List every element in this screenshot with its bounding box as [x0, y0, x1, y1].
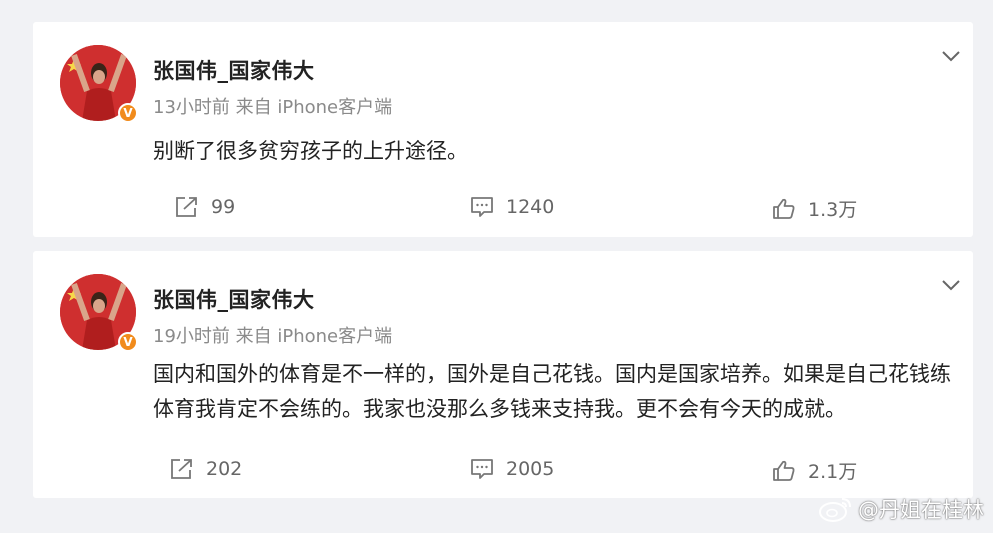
- repost-button[interactable]: 99: [174, 195, 235, 219]
- verified-badge-icon: V: [118, 103, 138, 123]
- like-button[interactable]: 2.1万: [771, 457, 857, 484]
- repost-icon: [171, 459, 192, 479]
- repost-icon: [176, 197, 197, 217]
- chevron-down-icon[interactable]: [941, 50, 961, 62]
- comment-button[interactable]: 2005: [469, 457, 554, 481]
- like-icon: [773, 460, 795, 481]
- comment-icon: [471, 197, 493, 217]
- chevron-down-icon[interactable]: [941, 279, 961, 291]
- post-card: V 张国伟_国家伟大 19小时前 来自 iPhone客户端 国内和国外的体育是不…: [33, 251, 973, 498]
- post-content: 别断了很多贫穷孩子的上升途径。: [153, 139, 468, 163]
- like-count: 2.1万: [808, 461, 858, 483]
- comment-count: 1240: [506, 196, 555, 218]
- user-name[interactable]: 张国伟_国家伟大: [153, 55, 315, 85]
- repost-button[interactable]: 202: [169, 457, 242, 481]
- watermark-text: @丹姐在桂林: [858, 498, 984, 522]
- repost-count: 202: [206, 458, 243, 480]
- like-count: 1.3万: [808, 199, 858, 221]
- post-content: 国内和国外的体育是不一样的，国外是自己花钱。国内是国家培养。如果是自己花钱练体育…: [153, 362, 951, 421]
- like-icon: [773, 198, 795, 219]
- post-meta: 13小时前 来自 iPhone客户端: [153, 97, 393, 118]
- post-meta: 19小时前 来自 iPhone客户端: [153, 326, 393, 347]
- post-card: V 张国伟_国家伟大 13小时前 来自 iPhone客户端 别断了很多贫穷孩子的…: [33, 22, 973, 237]
- comment-button[interactable]: 1240: [469, 195, 554, 219]
- comment-icon: [471, 459, 493, 479]
- repost-count: 99: [211, 196, 236, 218]
- like-button[interactable]: 1.3万: [771, 195, 857, 222]
- watermark: @丹姐在桂林: [818, 494, 984, 524]
- user-name[interactable]: 张国伟_国家伟大: [153, 284, 315, 314]
- comment-count: 2005: [506, 458, 555, 480]
- verified-badge-icon: V: [118, 332, 138, 352]
- weibo-logo-icon: [819, 498, 851, 522]
